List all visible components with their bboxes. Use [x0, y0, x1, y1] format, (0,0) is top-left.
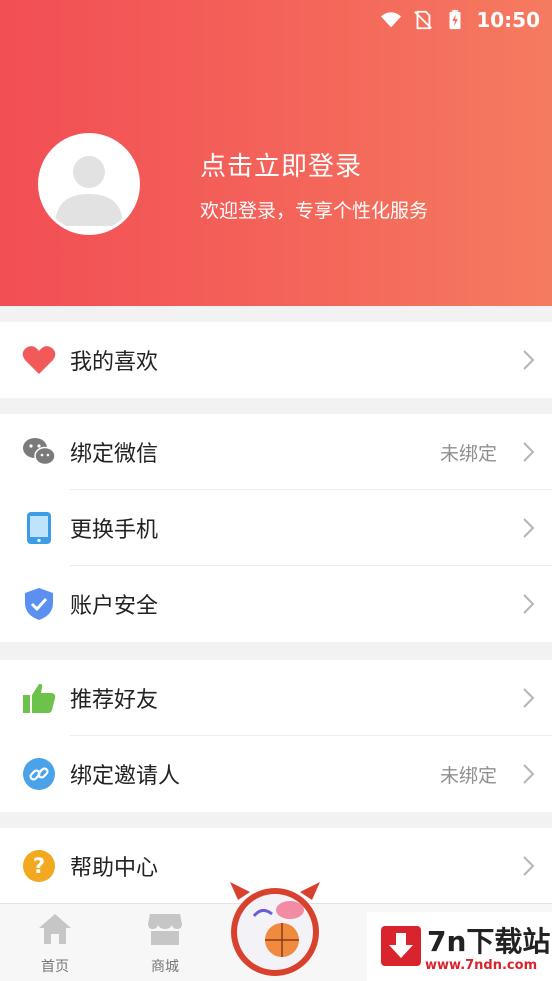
menu-group-social: 推荐好友 绑定邀请人 未绑定 [0, 660, 552, 812]
bind-status: 未绑定 [439, 764, 497, 787]
bind-status: 未绑定 [439, 442, 497, 465]
heart-icon [22, 343, 56, 377]
watermark: 7n下载站 www.7ndn.com [367, 912, 552, 981]
home-icon [39, 914, 71, 944]
nav-label: 商城 [151, 959, 179, 975]
thumbs-up-icon [22, 681, 56, 715]
menu-label: 更换手机 [70, 518, 159, 543]
default-user-icon [55, 156, 123, 226]
chevron-right-icon [523, 350, 535, 370]
chevron-right-icon [523, 518, 535, 538]
menu-label: 我的喜欢 [70, 350, 159, 375]
basketball-mascot-icon [230, 882, 320, 976]
menu-label: 帮助中心 [70, 856, 159, 881]
no-sim-icon [414, 10, 433, 30]
nav-mall[interactable]: 商城 [135, 912, 195, 976]
login-subtitle: 欢迎登录，专享个性化服务 [200, 200, 429, 222]
chevron-right-icon [523, 688, 535, 708]
help-icon: ? [22, 849, 56, 883]
menu-label: 绑定微信 [70, 442, 159, 467]
chevron-right-icon [523, 594, 535, 614]
menu-group-favorites: 我的喜欢 [0, 322, 552, 398]
wifi-icon [381, 12, 402, 28]
link-icon [22, 757, 56, 791]
menu-item-favorites[interactable]: 我的喜欢 [0, 322, 552, 398]
watermark-title: 7n下载站 [427, 925, 551, 958]
menu-item-bind-wechat[interactable]: 绑定微信 未绑定 [0, 414, 552, 490]
phone-icon [22, 511, 56, 545]
menu-item-recommend-friend[interactable]: 推荐好友 [0, 660, 552, 736]
status-bar: 10:50 [380, 6, 540, 34]
nav-label: 首页 [41, 959, 69, 975]
svg-text:?: ? [33, 854, 45, 878]
download-icon [381, 926, 421, 966]
menu-group-account: 绑定微信 未绑定 更换手机 账户安全 [0, 414, 552, 642]
wechat-icon [22, 435, 56, 469]
chevron-right-icon [523, 442, 535, 462]
nav-home[interactable]: 首页 [25, 912, 85, 976]
shield-icon [22, 587, 56, 621]
chevron-right-icon [523, 856, 535, 876]
chevron-right-icon [523, 764, 535, 784]
menu-label: 绑定邀请人 [70, 764, 181, 789]
center-action-button[interactable] [226, 880, 324, 978]
menu-item-change-phone[interactable]: 更换手机 [0, 490, 552, 566]
watermark-url: www.7ndn.com [425, 958, 538, 973]
menu-item-bind-inviter[interactable]: 绑定邀请人 未绑定 [0, 736, 552, 812]
menu-label: 账户安全 [70, 594, 159, 619]
avatar[interactable] [38, 133, 140, 235]
status-time: 10:50 [476, 8, 540, 32]
profile-header: 10:50 点击立即登录 欢迎登录，专享个性化服务 [0, 0, 552, 306]
menu-item-account-security[interactable]: 账户安全 [0, 566, 552, 642]
store-icon [148, 914, 182, 945]
login-title[interactable]: 点击立即登录 [200, 146, 362, 183]
menu-label: 推荐好友 [70, 688, 159, 713]
battery-charging-icon [449, 9, 461, 30]
